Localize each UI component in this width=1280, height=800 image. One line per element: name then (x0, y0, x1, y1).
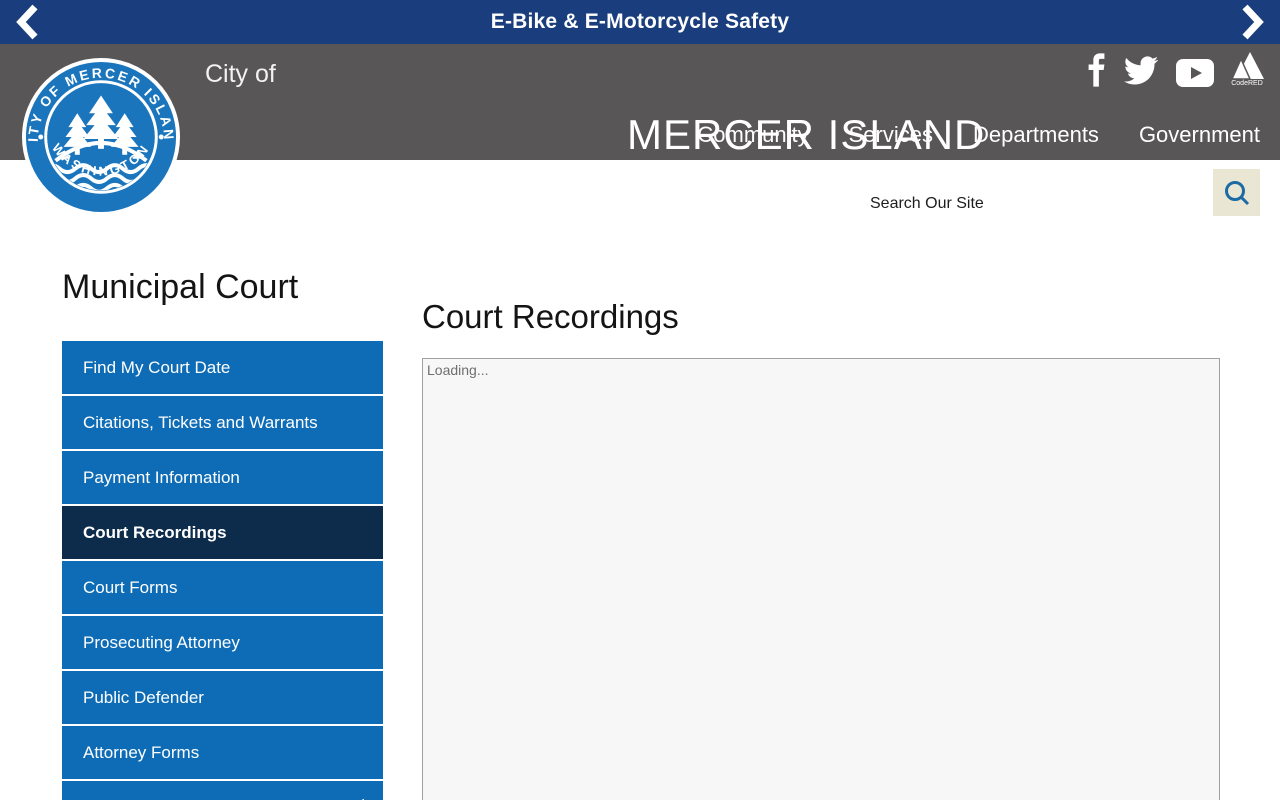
sidebar-item-label: Court Recordings (83, 523, 227, 542)
sidebar-item[interactable]: Court Recordings + (62, 506, 383, 559)
sidebar-item-label: Payment Information (83, 468, 240, 487)
sidebar-item[interactable]: Prosecuting Attorney + (62, 616, 383, 669)
facebook-link[interactable] (1087, 53, 1106, 87)
expand-plus-icon[interactable]: + (357, 795, 369, 800)
sidebar-item-label: Attorney Forms (83, 743, 200, 762)
nav-item[interactable]: Community (697, 122, 808, 148)
sidebar-item-label: Prosecuting Attorney (83, 633, 240, 652)
section-title: Municipal Court (62, 268, 299, 306)
banner-next-arrow-icon[interactable] (1226, 0, 1280, 44)
nav-item[interactable]: Services (849, 122, 933, 148)
sidebar-item[interactable]: Court Forms + (62, 561, 383, 614)
main-panel: Court Recordings Loading... (422, 298, 1220, 800)
banner-headline-link[interactable]: E-Bike & E-Motorcycle Safety (491, 10, 790, 34)
site-header: CITY OF MERCER ISLAND WASHINGTON (0, 44, 1280, 216)
sidebar-item[interactable]: Find My Court Date + (62, 341, 383, 394)
search-input[interactable] (870, 188, 1105, 220)
sidebar-item-label: Citations, Tickets and Warrants (83, 413, 318, 432)
banner-prev-arrow-icon[interactable] (0, 0, 54, 44)
codered-link[interactable]: CodeRED (1230, 52, 1264, 87)
facebook-icon (1088, 53, 1105, 87)
site-wordmark[interactable]: City of MERCER ISLAND (205, 60, 984, 158)
recordings-embed-frame: Loading... (422, 358, 1220, 800)
alert-banner: E-Bike & E-Motorcycle Safety (0, 0, 1280, 44)
youtube-link[interactable] (1176, 59, 1214, 87)
primary-nav: Community Services Departments Governmen… (697, 122, 1260, 148)
section-sidebar: Municipal Court Find My Court Date + Cit… (62, 268, 383, 800)
city-seal-logo[interactable]: CITY OF MERCER ISLAND WASHINGTON (22, 58, 180, 216)
search-bar (0, 160, 1280, 246)
search-button[interactable] (1213, 169, 1260, 216)
sidebar-item-label: Court Forms (83, 578, 178, 597)
chevron-left-icon (16, 4, 38, 40)
codered-label: CodeRED (1231, 80, 1263, 87)
search-icon (1224, 180, 1249, 205)
sidebar-item-label: Find My Court Date (83, 358, 231, 377)
mercer-island-seal-icon: CITY OF MERCER ISLAND WASHINGTON (22, 58, 180, 216)
sidebar-item[interactable]: Payment Information + (62, 451, 383, 504)
twitter-link[interactable] (1122, 56, 1160, 87)
social-links: CodeRED (1087, 52, 1264, 87)
frame-loading-text: Loading... (427, 362, 489, 378)
sidebar-nav: Find My Court Date + Citations, Tickets … (62, 341, 383, 800)
youtube-icon (1176, 59, 1214, 87)
chevron-right-icon (1242, 4, 1264, 40)
wordmark-pretitle: City of (205, 60, 276, 88)
sidebar-item-label: Public Defender (83, 688, 204, 707)
nav-item[interactable]: Departments (973, 122, 1099, 148)
page-title: Court Recordings (422, 298, 679, 335)
twitter-icon (1123, 56, 1159, 85)
sidebar-item[interactable]: Juror Information + (62, 781, 383, 800)
sidebar-item[interactable]: Citations, Tickets and Warrants + (62, 396, 383, 449)
sidebar-item[interactable]: Public Defender + (62, 671, 383, 724)
nav-item[interactable]: Government (1139, 122, 1260, 148)
sidebar-item[interactable]: Attorney Forms + (62, 726, 383, 779)
codered-icon (1231, 52, 1264, 79)
